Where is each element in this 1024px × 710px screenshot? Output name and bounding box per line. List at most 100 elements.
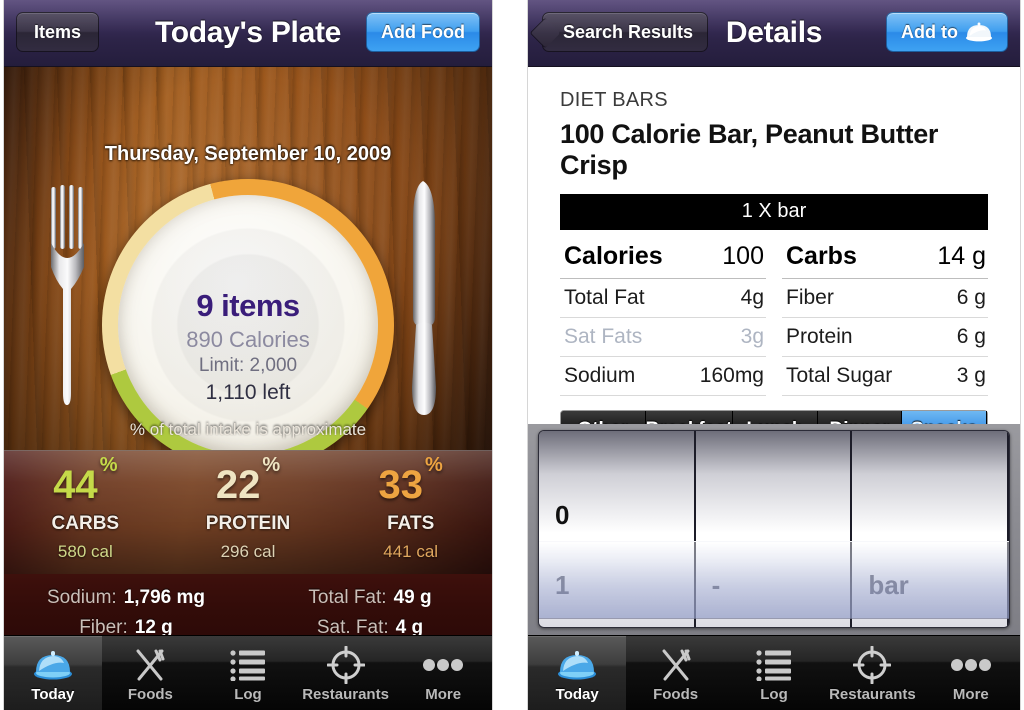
tab-log-label: Log (760, 686, 788, 703)
calories-remaining: 1,110 left (205, 380, 291, 404)
add-food-button[interactable]: Add Food (366, 12, 480, 52)
approximation-note: % of total intake is approximate (129, 420, 367, 439)
serving-size-bar: 1 X bar (560, 193, 988, 230)
picker-column-fraction[interactable]: - (695, 431, 853, 627)
tab-foods-label: Foods (127, 686, 173, 703)
nutrient-row-1: Sodium: 1,796 mg Total Fat: 49 g (4, 583, 492, 613)
macro-fats-pct: 33 (378, 463, 424, 507)
macro-fats[interactable]: 33% FATS 441 cal (329, 451, 492, 574)
macro-fats-name: FATS (387, 513, 435, 534)
ellipsis-icon (421, 645, 465, 685)
add-to-label: Add to (901, 21, 958, 42)
add-to-plate-button[interactable]: Add to (886, 12, 1008, 52)
macro-carbs-cal: 580 cal (57, 542, 113, 561)
nutrition-column-right: Carbs 14 g Fiber 6 g Protein 6 g Total S… (782, 238, 988, 396)
search-results-back-label: Search Results (563, 21, 694, 42)
calorie-donut-chart[interactable]: 9 items 890 Calories Limit: 2,000 1,110 … (102, 179, 394, 450)
nutrition-value: 3 g (956, 363, 986, 387)
cloche-icon (32, 645, 74, 685)
cloche-icon (556, 645, 598, 685)
picker-wheels: 0 1 - bar (538, 430, 1010, 628)
macro-carbs-unit: % (99, 453, 118, 476)
nutrition-value: 6 g (956, 285, 986, 309)
calorie-limit: Limit: 2,000 (198, 354, 298, 376)
nutrition-row: Fiber 6 g (782, 279, 988, 318)
nutrition-table: Calories 100 Total Fat 4g Sat Fats 3g So… (560, 238, 988, 396)
nutrition-value: 3g (740, 324, 764, 348)
calories-consumed: 890 Calories (186, 326, 310, 352)
nutrition-column-left: Calories 100 Total Fat 4g Sat Fats 3g So… (560, 238, 766, 396)
total-fat-value: 49 g (393, 587, 432, 608)
crosshair-icon (326, 645, 365, 685)
nutrition-row: Protein 6 g (782, 318, 988, 357)
items-count: 9 items (196, 288, 300, 323)
food-name: 100 Calorie Bar, Peanut Butter Crisp (560, 119, 939, 181)
nutrition-key: Total Sugar (786, 363, 893, 387)
tab-log-label: Log (234, 686, 262, 703)
nutrition-key: Sodium (564, 363, 636, 387)
macro-fats-unit: % (425, 453, 443, 476)
tab-foods-label: Foods (653, 686, 699, 703)
picker-value-selected: - (711, 570, 721, 600)
tab-more[interactable]: More (394, 636, 492, 710)
left-phone-screen: Items Today's Plate Add Food Thursday, S… (4, 0, 492, 710)
screenshot-stage: Items Today's Plate Add Food Thursday, S… (0, 0, 1024, 710)
picker-column-whole[interactable]: 0 1 (539, 431, 696, 627)
tab-log[interactable]: Log (199, 636, 297, 710)
tab-more-label: More (952, 686, 989, 703)
nutrition-key: Fiber (786, 285, 834, 309)
macro-protein[interactable]: 22% PROTEIN 296 cal (167, 451, 330, 574)
macro-fats-cal: 441 cal (383, 542, 439, 561)
right-navigation-bar: Search Results Details Add to (528, 0, 1020, 67)
quantity-picker[interactable]: 0 1 - bar (528, 424, 1020, 636)
left-navigation-bar: Items Today's Plate Add Food (4, 0, 492, 67)
nutrition-row: Total Fat 4g (560, 279, 766, 318)
food-category: DIET BARS (560, 89, 668, 111)
list-icon (754, 645, 794, 685)
picker-column-unit[interactable]: bar (852, 431, 1009, 627)
left-tab-bar: Today Foods Log Restaurants More (4, 635, 492, 710)
total-fat-cell: Total Fat: 49 g (248, 587, 492, 609)
right-phone-screen: Search Results Details Add to DIET BARS … (528, 0, 1020, 710)
tab-today[interactable]: Today (4, 636, 102, 710)
tab-today-label: Today (31, 686, 75, 703)
nutrition-row: Sat Fats 3g (560, 318, 766, 357)
tab-foods[interactable]: Foods (626, 636, 724, 710)
fork-knife-icon (130, 645, 170, 685)
tab-restaurants[interactable]: Restaurants (297, 636, 395, 710)
macro-protein-unit: % (262, 453, 281, 476)
plate-summary-text: 9 items 890 Calories Limit: 2,000 1,110 … (118, 288, 378, 405)
total-fat-label: Total Fat: (308, 587, 387, 608)
tab-log[interactable]: Log (725, 636, 823, 710)
nutrition-row: Total Sugar 3 g (782, 357, 988, 396)
nutrition-value: 4g (740, 285, 764, 309)
tab-today[interactable]: Today (528, 636, 627, 710)
cloche-icon (965, 22, 993, 42)
macro-protein-cal: 296 cal (220, 542, 276, 561)
nutrition-row: Carbs 14 g (782, 238, 988, 279)
tab-today-label: Today (555, 686, 599, 703)
tab-restaurants[interactable]: Restaurants (823, 636, 921, 710)
picker-value-selected: 1 (555, 570, 570, 600)
add-food-label: Add Food (381, 21, 465, 42)
tab-more[interactable]: More (922, 636, 1020, 710)
sodium-value: 1,796 mg (123, 587, 206, 608)
nutrition-value: 6 g (956, 324, 986, 348)
plate-visualization-area: Thursday, September 10, 2009 9 items 890… (4, 67, 492, 450)
right-tab-bar: Today Foods Log Restaurants More (528, 635, 1020, 710)
tab-more-label: More (425, 686, 462, 703)
picker-value-selected: bar (868, 570, 909, 600)
nutrition-value: 160mg (699, 363, 764, 387)
nutrition-key: Carbs (786, 241, 857, 270)
nutrition-key: Protein (786, 324, 853, 348)
nutrition-key: Total Fat (564, 285, 645, 309)
macro-protein-name: PROTEIN (205, 513, 291, 534)
tab-foods[interactable]: Foods (102, 636, 200, 710)
crosshair-icon (853, 645, 892, 685)
sodium-cell: Sodium: 1,796 mg (4, 587, 248, 609)
plate-face: 9 items 890 Calories Limit: 2,000 1,110 … (118, 195, 378, 450)
fork-knife-icon (656, 645, 696, 685)
macro-carbs[interactable]: 44% CARBS 580 cal (4, 451, 167, 574)
ellipsis-icon (949, 645, 993, 685)
current-date-label: Thursday, September 10, 2009 (104, 143, 392, 165)
